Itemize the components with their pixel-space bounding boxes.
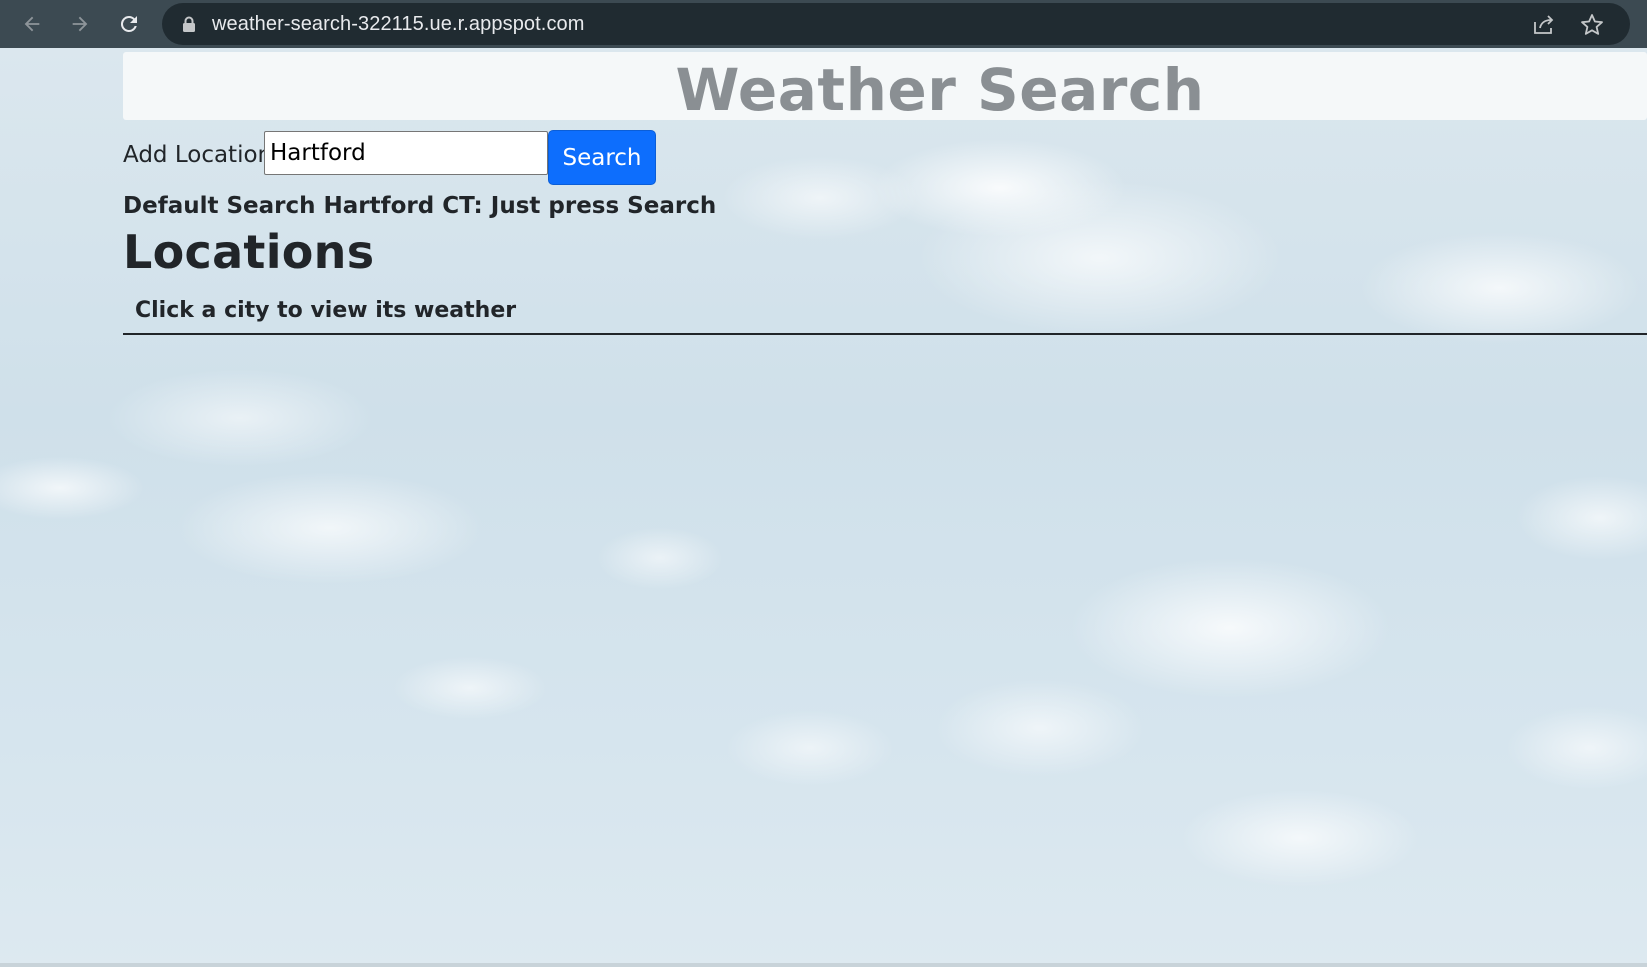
- reload-button[interactable]: [111, 6, 147, 42]
- search-button[interactable]: Search: [548, 130, 656, 185]
- window-bottom-edge: [0, 963, 1647, 967]
- page-title: Weather Search: [675, 56, 1205, 124]
- reload-icon: [120, 15, 137, 32]
- default-search-hint: Default Search Hartford CT: Just press S…: [123, 193, 717, 219]
- lock-icon[interactable]: [182, 16, 196, 33]
- page-viewport: Weather Search Add Location Search Defau…: [0, 48, 1647, 967]
- bookmark-star-icon[interactable]: [1580, 13, 1604, 36]
- forward-icon: [72, 16, 88, 32]
- locations-table: Click a city to view its weather: [123, 290, 1647, 335]
- address-bar[interactable]: weather-search-322115.ue.r.appspot.com: [162, 3, 1630, 45]
- url-text[interactable]: weather-search-322115.ue.r.appspot.com: [212, 3, 585, 45]
- browser-toolbar: weather-search-322115.ue.r.appspot.com: [0, 0, 1647, 48]
- locations-heading: Locations: [123, 225, 375, 279]
- add-location-label: Add Location: [123, 142, 273, 168]
- share-icon[interactable]: [1532, 13, 1556, 35]
- page-header: Weather Search: [123, 52, 1647, 124]
- table-header-cell: Click a city to view its weather: [123, 290, 1647, 335]
- location-input[interactable]: [264, 131, 548, 175]
- back-button[interactable]: [14, 6, 50, 42]
- back-icon: [24, 16, 40, 32]
- table-header-row: Click a city to view its weather: [123, 290, 1647, 335]
- forward-button[interactable]: [62, 6, 98, 42]
